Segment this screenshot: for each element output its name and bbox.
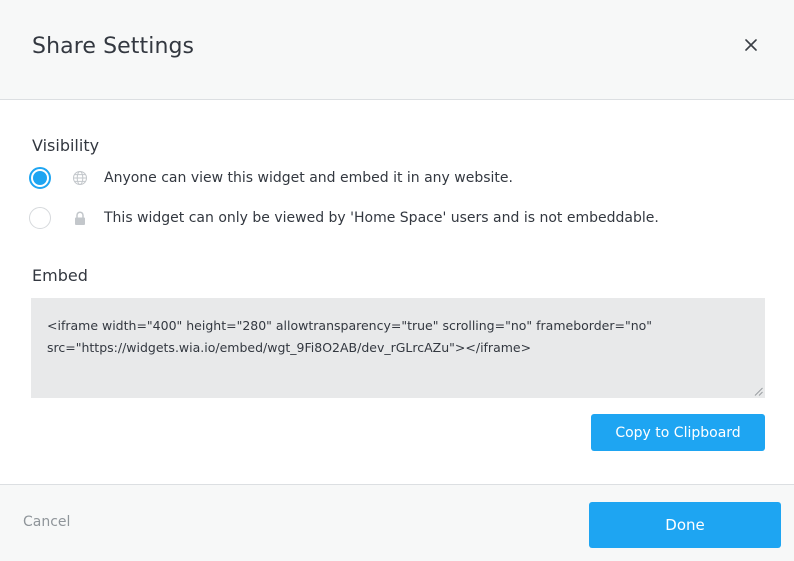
radio-dot	[33, 171, 47, 185]
public-option-text: Anyone can view this widget and embed it…	[104, 170, 513, 186]
close-button[interactable]	[738, 32, 764, 58]
lock-icon	[72, 210, 88, 226]
cancel-button[interactable]: Cancel	[23, 514, 70, 530]
done-button[interactable]: Done	[589, 502, 781, 548]
visibility-label: Visibility	[32, 136, 100, 155]
private-radio[interactable]	[29, 207, 51, 229]
visibility-option-public[interactable]: Anyone can view this widget and embed it…	[29, 165, 749, 191]
copy-to-clipboard-button[interactable]: Copy to Clipboard	[591, 414, 765, 451]
resize-grip-icon[interactable]	[754, 387, 763, 396]
private-option-text: This widget can only be viewed by 'Home …	[104, 210, 659, 226]
embed-label: Embed	[32, 266, 88, 285]
visibility-option-private[interactable]: This widget can only be viewed by 'Home …	[29, 205, 749, 231]
dialog-header: Share Settings	[0, 0, 794, 100]
close-icon	[745, 39, 757, 51]
globe-icon	[72, 170, 88, 186]
public-radio[interactable]	[29, 167, 51, 189]
dialog-footer: Cancel Done	[0, 484, 794, 561]
embed-code-textarea[interactable]: <iframe width="400" height="280" allowtr…	[31, 298, 765, 398]
dialog-title: Share Settings	[32, 34, 195, 59]
share-settings-dialog: Share Settings Visibility Anyone can vie…	[0, 0, 794, 561]
